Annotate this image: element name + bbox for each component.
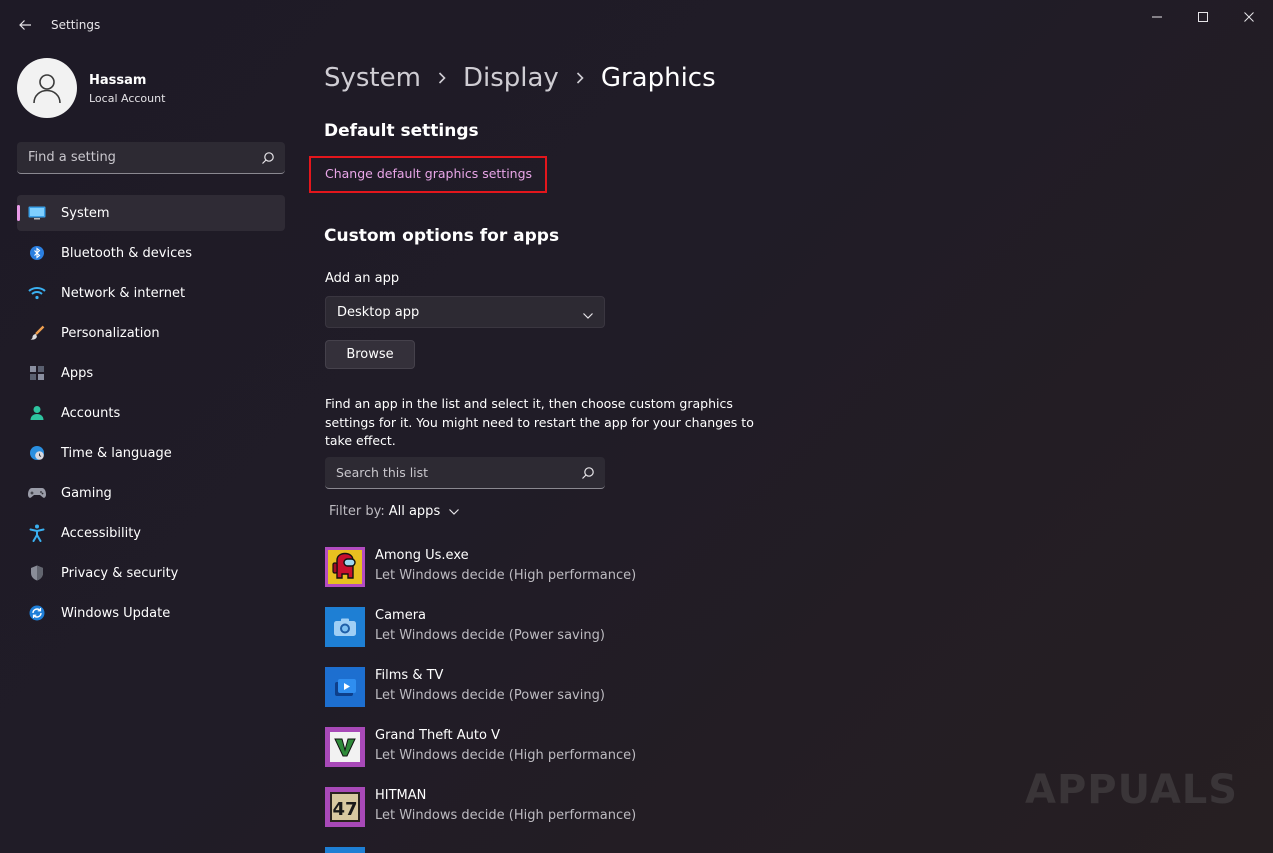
add-app-label: Add an app xyxy=(325,271,400,286)
gta-v-icon xyxy=(325,727,365,767)
sidebar-item-label: Personalization xyxy=(61,325,160,341)
films-tv-icon xyxy=(325,667,365,707)
user-profile[interactable]: Hassam Local Account xyxy=(17,58,287,118)
browse-button[interactable]: Browse xyxy=(325,340,415,369)
chevron-right-icon xyxy=(437,71,447,85)
title-bar: Settings xyxy=(0,0,1273,50)
search-input[interactable] xyxy=(17,142,247,173)
list-search-input[interactable] xyxy=(325,457,570,488)
app-preference: Let Windows decide (High performance) xyxy=(375,748,637,763)
chevron-down-icon xyxy=(582,307,594,326)
app-name: Grand Theft Auto V xyxy=(375,728,500,743)
settings-search xyxy=(17,142,285,174)
close-button[interactable] xyxy=(1226,6,1272,28)
app-list-item-partial xyxy=(325,847,365,853)
app-list-item[interactable]: 47 HITMAN Let Windows decide (High perfo… xyxy=(325,787,745,829)
breadcrumb-display[interactable]: Display xyxy=(463,63,559,93)
maximize-icon xyxy=(1198,12,1208,22)
sidebar-item-label: System xyxy=(61,205,110,221)
custom-options-heading: Custom options for apps xyxy=(324,226,560,246)
minimize-button[interactable] xyxy=(1134,6,1180,28)
sidebar-item-label: Time & language xyxy=(61,445,172,461)
sidebar-item-label: Accounts xyxy=(61,405,121,421)
minimize-icon xyxy=(1152,16,1162,18)
filter-value: All apps xyxy=(388,504,441,519)
sidebar-item-accounts[interactable]: Accounts xyxy=(17,395,285,431)
sidebar-item-system[interactable]: System xyxy=(17,195,285,231)
app-type-dropdown[interactable]: Desktop app xyxy=(325,296,605,328)
system-icon xyxy=(28,205,46,221)
chevron-down-icon xyxy=(448,506,460,518)
maximize-button[interactable] xyxy=(1180,6,1226,28)
camera-icon xyxy=(325,607,365,647)
update-icon xyxy=(28,605,46,621)
sidebar-item-personalization[interactable]: Personalization xyxy=(17,315,285,351)
hitman-icon: 47 xyxy=(325,787,365,827)
app-preference: Let Windows decide (Power saving) xyxy=(375,688,605,703)
sidebar-item-label: Accessibility xyxy=(61,525,141,541)
avatar xyxy=(17,58,77,118)
sidebar-item-windows-update[interactable]: Windows Update xyxy=(17,595,285,631)
shield-icon xyxy=(28,565,46,581)
app-type-value: Desktop app xyxy=(337,305,420,320)
instructions-text: Find an app in the list and select it, t… xyxy=(325,396,754,448)
arrow-left-icon xyxy=(19,20,31,30)
wifi-icon xyxy=(28,285,46,301)
app-preference: Let Windows decide (High performance) xyxy=(375,568,637,583)
sidebar-item-gaming[interactable]: Gaming xyxy=(17,475,285,511)
app-name: Among Us.exe xyxy=(375,548,469,563)
apps-icon xyxy=(28,365,46,381)
breadcrumb-graphics: Graphics xyxy=(600,63,716,93)
sidebar-item-accessibility[interactable]: Accessibility xyxy=(17,515,285,551)
breadcrumb-system[interactable]: System xyxy=(324,63,421,93)
watermark-logo: APPUALS xyxy=(1025,767,1239,813)
filter-label: Filter by: xyxy=(329,504,385,519)
app-list-search xyxy=(325,457,605,489)
sidebar-item-bluetooth[interactable]: Bluetooth & devices xyxy=(17,235,285,271)
back-button[interactable] xyxy=(14,14,36,36)
bluetooth-icon xyxy=(28,245,46,261)
app-list-item[interactable]: Films & TV Let Windows decide (Power sav… xyxy=(325,667,745,709)
app-title: Settings xyxy=(51,18,101,32)
user-name: Hassam xyxy=(89,73,147,88)
sidebar-item-label: Bluetooth & devices xyxy=(61,245,192,261)
sidebar-item-label: Windows Update xyxy=(61,605,171,621)
sidebar-item-time-language[interactable]: Time & language xyxy=(17,435,285,471)
sidebar-item-label: Network & internet xyxy=(61,285,186,301)
brush-icon xyxy=(28,325,46,341)
app-preference: Let Windows decide (High performance) xyxy=(375,808,637,823)
app-list-item[interactable]: Among Us.exe Let Windows decide (High pe… xyxy=(325,547,745,589)
app-name: Camera xyxy=(375,608,427,623)
sidebar-nav: System Bluetooth & devices Network & int… xyxy=(17,195,285,635)
globe-clock-icon xyxy=(28,445,46,461)
app-name: Films & TV xyxy=(375,668,444,683)
close-icon xyxy=(1244,12,1254,22)
search-icon[interactable] xyxy=(581,465,595,484)
search-icon[interactable] xyxy=(261,150,275,169)
among-us-icon xyxy=(325,547,365,587)
sidebar-item-network[interactable]: Network & internet xyxy=(17,275,285,311)
app-list-item[interactable]: Camera Let Windows decide (Power saving) xyxy=(325,607,745,649)
filter-dropdown[interactable]: Filter by: All apps xyxy=(329,504,460,519)
change-default-graphics-link[interactable]: Change default graphics settings xyxy=(325,166,532,181)
accounts-icon xyxy=(28,405,46,421)
sidebar-item-label: Gaming xyxy=(61,485,112,501)
sidebar-item-label: Privacy & security xyxy=(61,565,179,581)
sidebar-item-label: Apps xyxy=(61,365,94,381)
sidebar-item-apps[interactable]: Apps xyxy=(17,355,285,391)
user-icon xyxy=(33,74,61,104)
sidebar-item-privacy[interactable]: Privacy & security xyxy=(17,555,285,591)
svg-text:47: 47 xyxy=(332,799,357,820)
breadcrumb: System Display Graphics xyxy=(324,58,716,98)
app-name: HITMAN xyxy=(375,788,427,803)
gamepad-icon xyxy=(28,485,46,501)
account-type: Local Account xyxy=(89,92,166,105)
app-preference: Let Windows decide (Power saving) xyxy=(375,628,605,643)
accessibility-icon xyxy=(28,524,46,542)
default-settings-heading: Default settings xyxy=(324,121,479,141)
chevron-right-icon xyxy=(575,71,585,85)
app-list-item[interactable]: Grand Theft Auto V Let Windows decide (H… xyxy=(325,727,745,769)
